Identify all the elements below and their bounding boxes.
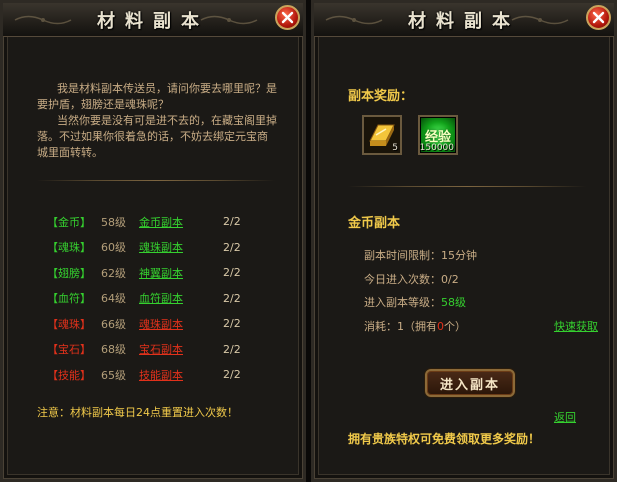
dungeon-row[interactable]: 【魂珠】 60级 魂珠副本 2/2 — [47, 235, 287, 261]
npc-dialog-text: 我是材料副本传送员，请问你要去哪里呢？是要护盾，翅膀还是魂珠呢？ 当然你要是没有… — [37, 81, 277, 161]
dungeon-link[interactable]: 技能副本 — [139, 367, 223, 383]
dungeon-count: 2/2 — [223, 266, 241, 280]
close-icon — [592, 11, 605, 24]
enter-dungeon-button[interactable]: 进入副本 — [425, 369, 515, 397]
intro-paragraph: 当然你要是没有可是进不去的，在藏宝阁里掉落。不过如果你很着急的话，不妨去绑定元宝… — [37, 114, 277, 159]
cost-prefix: 消耗：1（拥有 — [364, 319, 437, 333]
title-bar[interactable]: 材料副本 — [3, 3, 303, 37]
reward-title: 副本奖励： — [348, 89, 414, 104]
dungeon-link[interactable]: 宝石副本 — [139, 341, 223, 357]
dungeon-info: 副本时间限制：15分钟 今日进入次数：0/2 进入副本等级：58级 消耗：1（拥… — [364, 247, 477, 341]
reward-slot-gold[interactable]: 5 — [362, 115, 402, 155]
dungeon-name: 金币副本 — [348, 216, 401, 231]
dungeon-row[interactable]: 【魂珠】 66级 魂珠副本 2/2 — [47, 311, 287, 337]
close-icon — [281, 11, 294, 24]
dungeon-list: 【金币】 58级 金币副本 2/2 【魂珠】 60级 魂珠副本 2/2 【翅膀】… — [47, 209, 287, 388]
quick-buy-link[interactable]: 快速获取 — [554, 318, 598, 334]
dungeon-level: 68级 — [101, 343, 126, 357]
dungeon-level: 58级 — [101, 215, 126, 229]
cost-owned: 0 — [437, 319, 444, 333]
reward-quantity: 5 — [392, 143, 398, 153]
dungeon-link[interactable]: 血符副本 — [139, 290, 223, 306]
cost-row: 消耗：1（拥有0个） — [364, 318, 477, 342]
dungeon-link[interactable]: 魂珠副本 — [139, 316, 223, 332]
dungeon-tag: 【魂珠】 — [47, 241, 91, 255]
panel-title: 材料副本 — [408, 11, 520, 32]
dungeon-row[interactable]: 【血符】 64级 血符副本 2/2 — [47, 286, 287, 312]
reward-slot-exp[interactable]: 经验 150000 — [418, 115, 458, 155]
dungeon-row[interactable]: 【技能】 65级 技能副本 2/2 — [47, 362, 287, 388]
reset-notice: 注意：材料副本每日24点重置进入次数！ — [37, 406, 238, 419]
dungeon-detail-panel: 材料副本 副本奖励： 5 经验 150000 金币副本 副本时间限制：15分钟 … — [311, 0, 617, 482]
dungeon-level: 64级 — [101, 292, 126, 306]
time-limit-label: 副本时间限制： — [364, 249, 441, 262]
intro-paragraph: 我是材料副本传送员，请问你要去哪里呢？是要护盾，翅膀还是魂珠呢？ — [37, 82, 277, 111]
time-limit-row: 副本时间限制：15分钟 — [364, 247, 477, 271]
experience-label: 经验 — [424, 129, 451, 145]
dungeon-link[interactable]: 金币副本 — [139, 214, 223, 230]
title-bar[interactable]: 材料副本 — [314, 3, 614, 37]
cost-suffix: 个） — [444, 319, 466, 333]
dungeon-row[interactable]: 【宝石】 68级 宝石副本 2/2 — [47, 337, 287, 363]
entries-value: 0/2 — [441, 272, 459, 286]
reward-quantity: 150000 — [419, 143, 454, 153]
dungeon-level: 60级 — [101, 241, 126, 255]
dungeon-tag: 【宝石】 — [47, 343, 91, 357]
dungeon-count: 2/2 — [223, 215, 241, 229]
dungeon-count: 2/2 — [223, 368, 241, 382]
divider — [348, 186, 586, 187]
dungeon-level: 65级 — [101, 368, 126, 382]
panel-title: 材料副本 — [97, 11, 209, 32]
dungeon-tag: 【金币】 — [47, 215, 91, 229]
dungeon-tag: 【魂珠】 — [47, 317, 91, 331]
dungeon-count: 2/2 — [223, 317, 241, 331]
material-dungeon-list-panel: 材料副本 我是材料副本传送员，请问你要去哪里呢？是要护盾，翅膀还是魂珠呢？ 当然… — [0, 0, 306, 482]
vip-promo-text: 拥有贵族特权可免费领取更多奖励！ — [348, 432, 541, 446]
dungeon-tag: 【技能】 — [47, 368, 91, 382]
dungeon-count: 2/2 — [223, 342, 241, 356]
level-value: 58级 — [441, 296, 466, 309]
divider — [37, 180, 275, 181]
entries-row: 今日进入次数：0/2 — [364, 271, 477, 295]
close-button[interactable] — [586, 5, 611, 30]
dungeon-count: 2/2 — [223, 240, 241, 254]
dungeon-row[interactable]: 【金币】 58级 金币副本 2/2 — [47, 209, 287, 235]
back-link[interactable]: 返回 — [554, 409, 576, 425]
close-button[interactable] — [275, 5, 300, 30]
entries-label: 今日进入次数： — [364, 272, 441, 286]
level-row: 进入副本等级：58级 — [364, 294, 477, 318]
dungeon-level: 62级 — [101, 266, 126, 280]
dungeon-link[interactable]: 魂珠副本 — [139, 239, 223, 255]
dungeon-level: 66级 — [101, 317, 126, 331]
dungeon-row[interactable]: 【翅膀】 62级 神翼副本 2/2 — [47, 260, 287, 286]
level-label: 进入副本等级： — [364, 296, 441, 309]
dungeon-tag: 【血符】 — [47, 292, 91, 306]
dungeon-link[interactable]: 神翼副本 — [139, 265, 223, 281]
dungeon-tag: 【翅膀】 — [47, 266, 91, 280]
time-limit-value: 15分钟 — [441, 249, 477, 262]
dungeon-count: 2/2 — [223, 291, 241, 305]
